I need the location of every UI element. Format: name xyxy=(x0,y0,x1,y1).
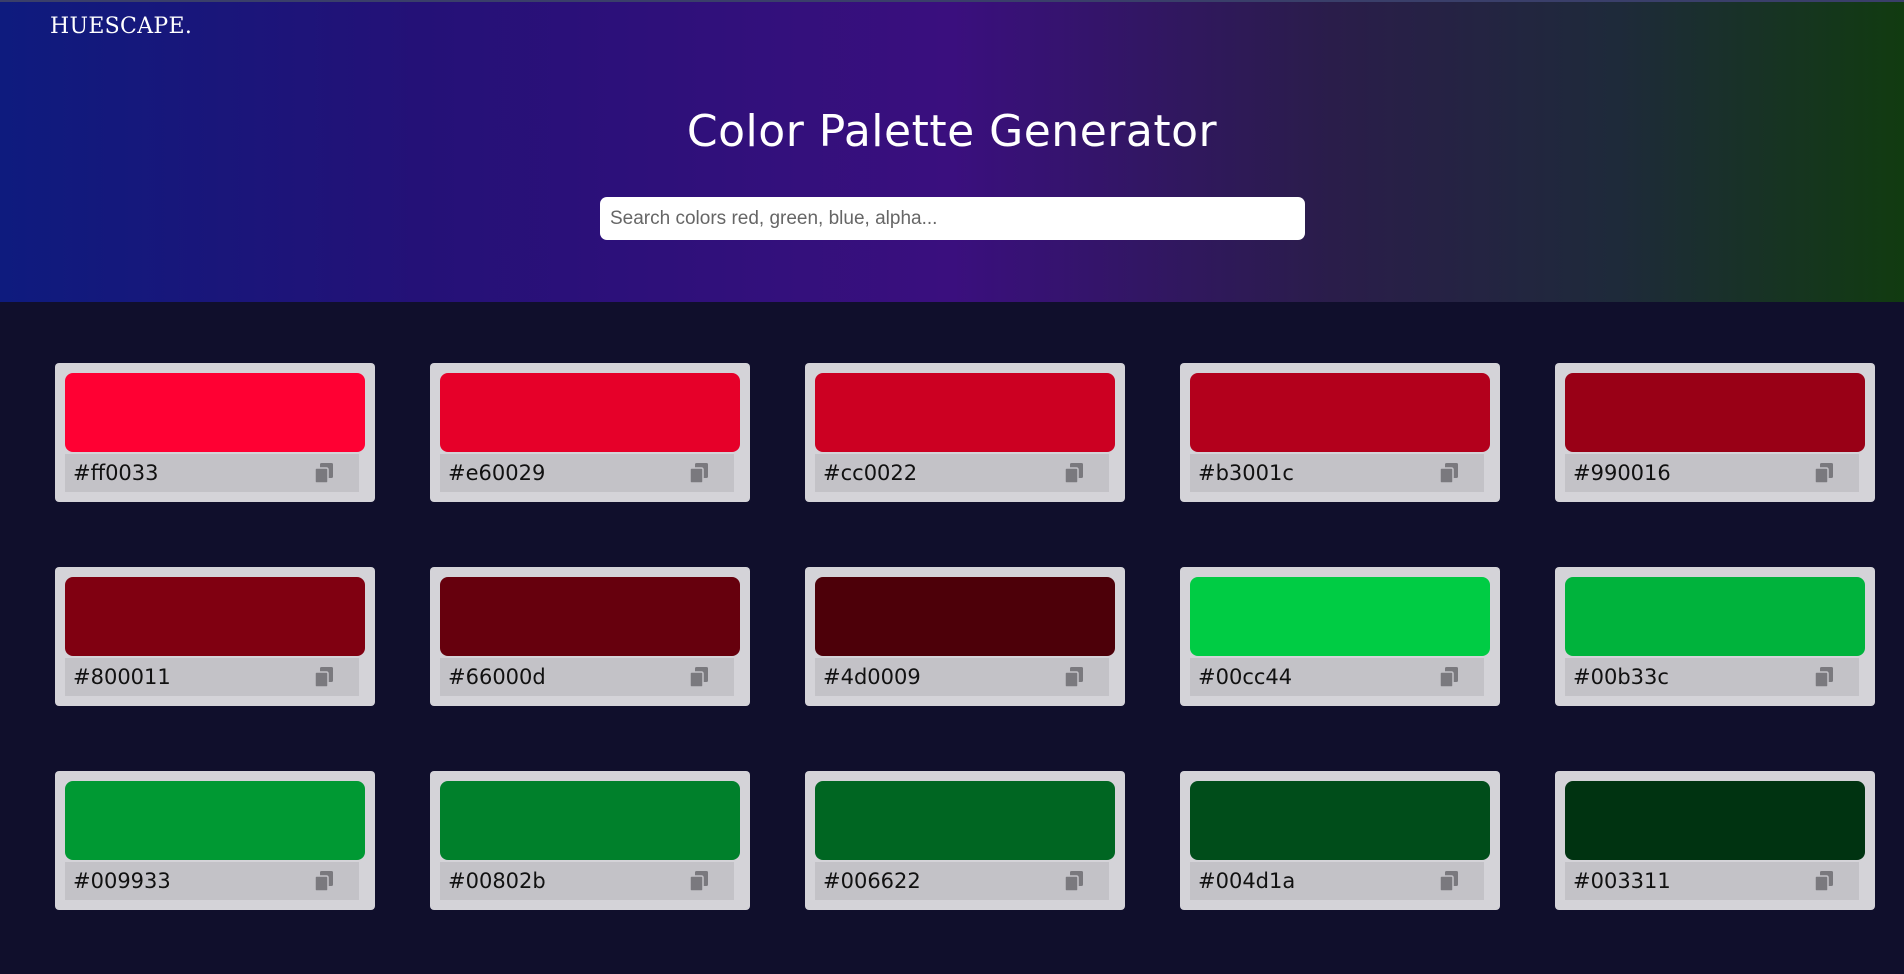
color-card[interactable]: #00cc44 xyxy=(1180,567,1500,706)
color-swatch[interactable] xyxy=(440,781,740,860)
hex-code: #66000d xyxy=(448,665,546,689)
hex-code: #b3001c xyxy=(1198,461,1294,485)
hex-bar: #e60029 xyxy=(440,454,734,492)
color-card[interactable]: #003311 xyxy=(1555,771,1875,910)
color-swatch[interactable] xyxy=(440,577,740,656)
hex-bar: #00cc44 xyxy=(1190,658,1484,696)
copy-icon[interactable] xyxy=(309,866,339,896)
color-card[interactable]: #006622 xyxy=(805,771,1125,910)
copy-icon[interactable] xyxy=(684,458,714,488)
copy-icon[interactable] xyxy=(1059,458,1089,488)
copy-icon[interactable] xyxy=(309,458,339,488)
hex-bar: #009933 xyxy=(65,862,359,900)
hex-bar: #003311 xyxy=(1565,862,1859,900)
hex-code: #00cc44 xyxy=(1198,665,1293,689)
hex-bar: #ff0033 xyxy=(65,454,359,492)
header-hero: HUESCAPE. Color Palette Generator xyxy=(0,0,1904,302)
hex-bar: #4d0009 xyxy=(815,658,1109,696)
hex-code: #4d0009 xyxy=(823,665,921,689)
hex-code: #e60029 xyxy=(448,461,546,485)
copy-icon[interactable] xyxy=(1434,662,1464,692)
copy-icon[interactable] xyxy=(684,866,714,896)
color-swatch[interactable] xyxy=(65,781,365,860)
color-swatch[interactable] xyxy=(1190,781,1490,860)
color-swatch[interactable] xyxy=(65,373,365,452)
hex-bar: #b3001c xyxy=(1190,454,1484,492)
color-card[interactable]: #cc0022 xyxy=(805,363,1125,502)
brand-logo[interactable]: HUESCAPE. xyxy=(50,14,192,39)
color-swatch[interactable] xyxy=(1565,373,1865,452)
page-title: Color Palette Generator xyxy=(686,106,1218,157)
hex-bar: #00802b xyxy=(440,862,734,900)
hex-code: #009933 xyxy=(73,869,171,893)
hex-code: #00802b xyxy=(448,869,546,893)
color-card[interactable]: #00b33c xyxy=(1555,567,1875,706)
copy-icon[interactable] xyxy=(309,662,339,692)
color-card[interactable]: #009933 xyxy=(55,771,375,910)
color-card[interactable]: #b3001c xyxy=(1180,363,1500,502)
hex-code: #800011 xyxy=(73,665,171,689)
hex-bar: #00b33c xyxy=(1565,658,1859,696)
palette-grid: #ff0033 #e60029 #cc0022 #b3001c #990016 #8000… xyxy=(55,363,1875,910)
color-card[interactable]: #004d1a xyxy=(1180,771,1500,910)
search-input[interactable] xyxy=(600,197,1305,240)
hex-bar: #cc0022 xyxy=(815,454,1109,492)
color-card[interactable]: #66000d xyxy=(430,567,750,706)
hex-code: #ff0033 xyxy=(73,461,159,485)
hex-bar: #800011 xyxy=(65,658,359,696)
hex-code: #cc0022 xyxy=(823,461,918,485)
hex-bar: #990016 xyxy=(1565,454,1859,492)
copy-icon[interactable] xyxy=(1809,458,1839,488)
color-swatch[interactable] xyxy=(815,577,1115,656)
copy-icon[interactable] xyxy=(684,662,714,692)
color-swatch[interactable] xyxy=(65,577,365,656)
color-card[interactable]: #00802b xyxy=(430,771,750,910)
hex-bar: #66000d xyxy=(440,658,734,696)
color-card[interactable]: #4d0009 xyxy=(805,567,1125,706)
color-card[interactable]: #e60029 xyxy=(430,363,750,502)
color-swatch[interactable] xyxy=(1190,373,1490,452)
copy-icon[interactable] xyxy=(1059,662,1089,692)
hex-code: #990016 xyxy=(1573,461,1671,485)
color-card[interactable]: #990016 xyxy=(1555,363,1875,502)
color-swatch[interactable] xyxy=(1190,577,1490,656)
color-swatch[interactable] xyxy=(440,373,740,452)
hex-code: #006622 xyxy=(823,869,921,893)
copy-icon[interactable] xyxy=(1809,662,1839,692)
hex-code: #00b33c xyxy=(1573,665,1669,689)
hex-bar: #004d1a xyxy=(1190,862,1484,900)
color-swatch[interactable] xyxy=(815,781,1115,860)
copy-icon[interactable] xyxy=(1434,866,1464,896)
color-card[interactable]: #800011 xyxy=(55,567,375,706)
copy-icon[interactable] xyxy=(1809,866,1839,896)
copy-icon[interactable] xyxy=(1434,458,1464,488)
hex-bar: #006622 xyxy=(815,862,1109,900)
color-swatch[interactable] xyxy=(1565,577,1865,656)
color-card[interactable]: #ff0033 xyxy=(55,363,375,502)
color-swatch[interactable] xyxy=(815,373,1115,452)
hex-code: #003311 xyxy=(1573,869,1671,893)
hex-code: #004d1a xyxy=(1198,869,1296,893)
copy-icon[interactable] xyxy=(1059,866,1089,896)
color-swatch[interactable] xyxy=(1565,781,1865,860)
